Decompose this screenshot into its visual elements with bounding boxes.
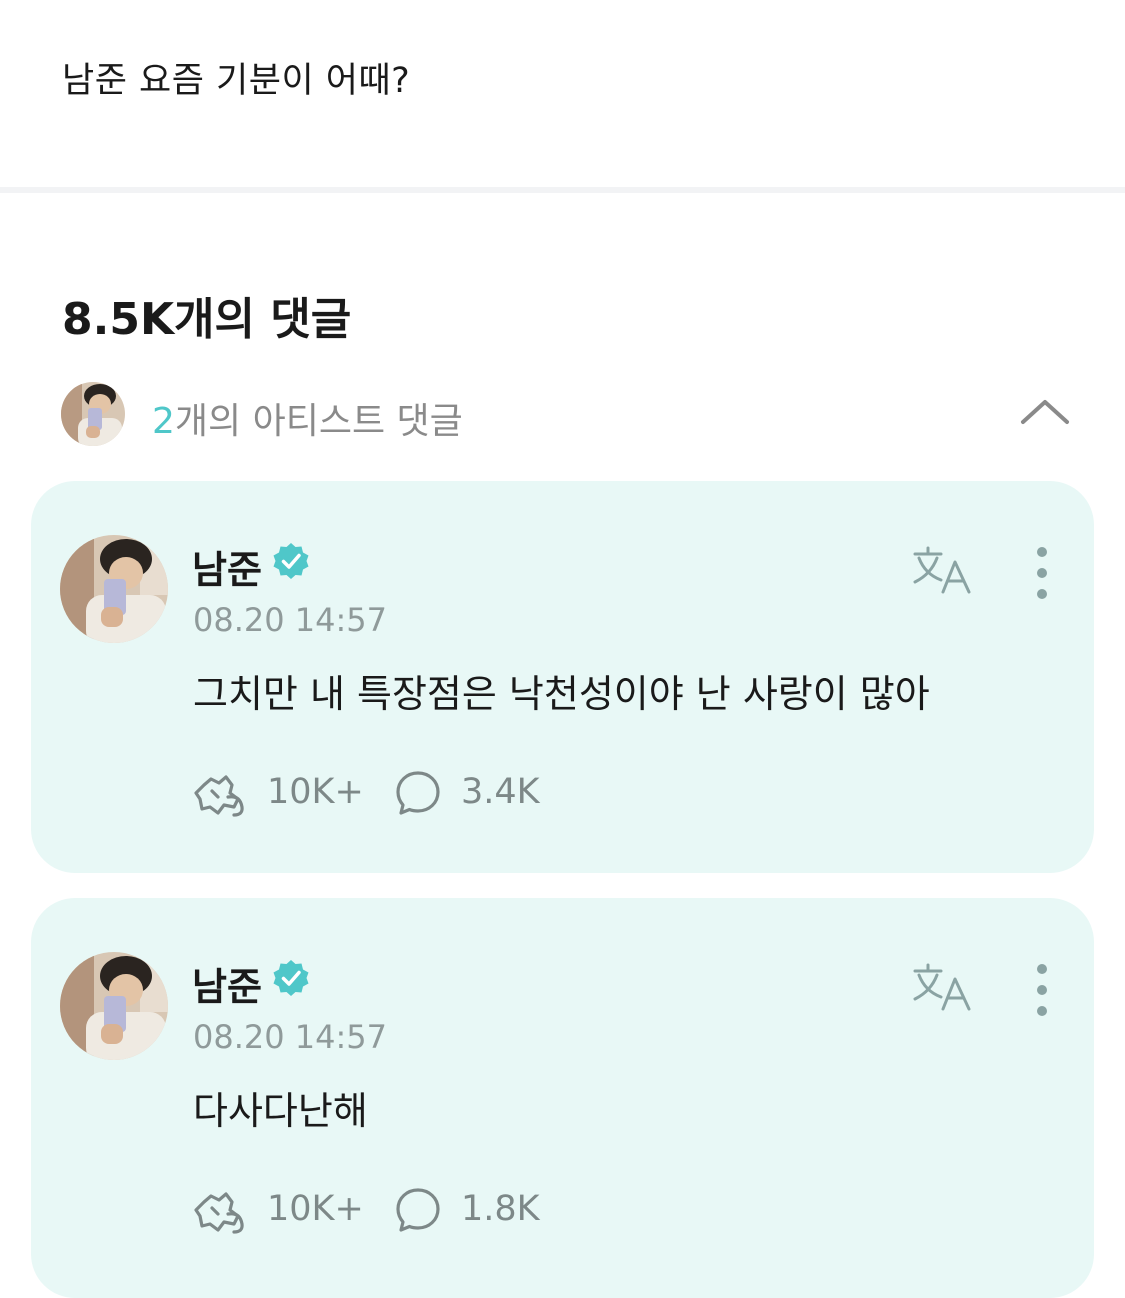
- artist-comments-suffix: 개의 아티스트 댓글: [174, 401, 463, 442]
- reply-count: 1.8K: [461, 1189, 540, 1229]
- more-options-icon[interactable]: [1027, 547, 1057, 599]
- verified-badge-icon: [273, 960, 309, 996]
- verified-badge-icon: [273, 543, 309, 579]
- artist-comments-label: 2개의 아티스트 댓글: [152, 392, 463, 444]
- like-count: 10K+: [267, 1189, 364, 1229]
- translate-icon[interactable]: [911, 961, 973, 1013]
- comment-text: 다사다난해: [193, 1089, 368, 1133]
- cheer-icon[interactable]: [194, 1188, 246, 1234]
- translate-icon[interactable]: [911, 544, 973, 596]
- more-options-icon[interactable]: [1027, 964, 1057, 1016]
- artist-comments-number: 2: [152, 401, 175, 442]
- reply-count: 3.4K: [461, 772, 540, 812]
- comment-timestamp: 08.20 14:57: [193, 1018, 387, 1056]
- like-count: 10K+: [267, 772, 364, 812]
- comment-text: 그치만 내 특장점은 낙천성이야 난 사랑이 많아: [193, 672, 930, 716]
- chevron-up-icon[interactable]: [1018, 392, 1072, 432]
- cheer-icon[interactable]: [194, 771, 246, 817]
- avatar[interactable]: [60, 535, 168, 643]
- post-text: 남준 요즘 기분이 어때?: [62, 61, 411, 101]
- artist-comment-card: 남준 08.20 14:57 다사다난해 10K+ 1.8K: [31, 898, 1094, 1298]
- artist-avatar: [61, 382, 125, 446]
- reply-icon[interactable]: [395, 1187, 441, 1233]
- author-name[interactable]: 남준: [192, 539, 262, 594]
- artist-comment-card: 남준 08.20 14:57 그치만 내 특장점은 낙천성이야 난 사랑이 많아…: [31, 481, 1094, 873]
- author-name[interactable]: 남준: [192, 956, 262, 1011]
- reply-icon[interactable]: [395, 770, 441, 816]
- artist-comments-toggle[interactable]: 2개의 아티스트 댓글: [60, 382, 1072, 446]
- comment-timestamp: 08.20 14:57: [193, 601, 387, 639]
- avatar[interactable]: [60, 952, 168, 1060]
- section-divider: [0, 187, 1125, 193]
- comments-count-heading: 8.5K개의 댓글: [62, 294, 352, 345]
